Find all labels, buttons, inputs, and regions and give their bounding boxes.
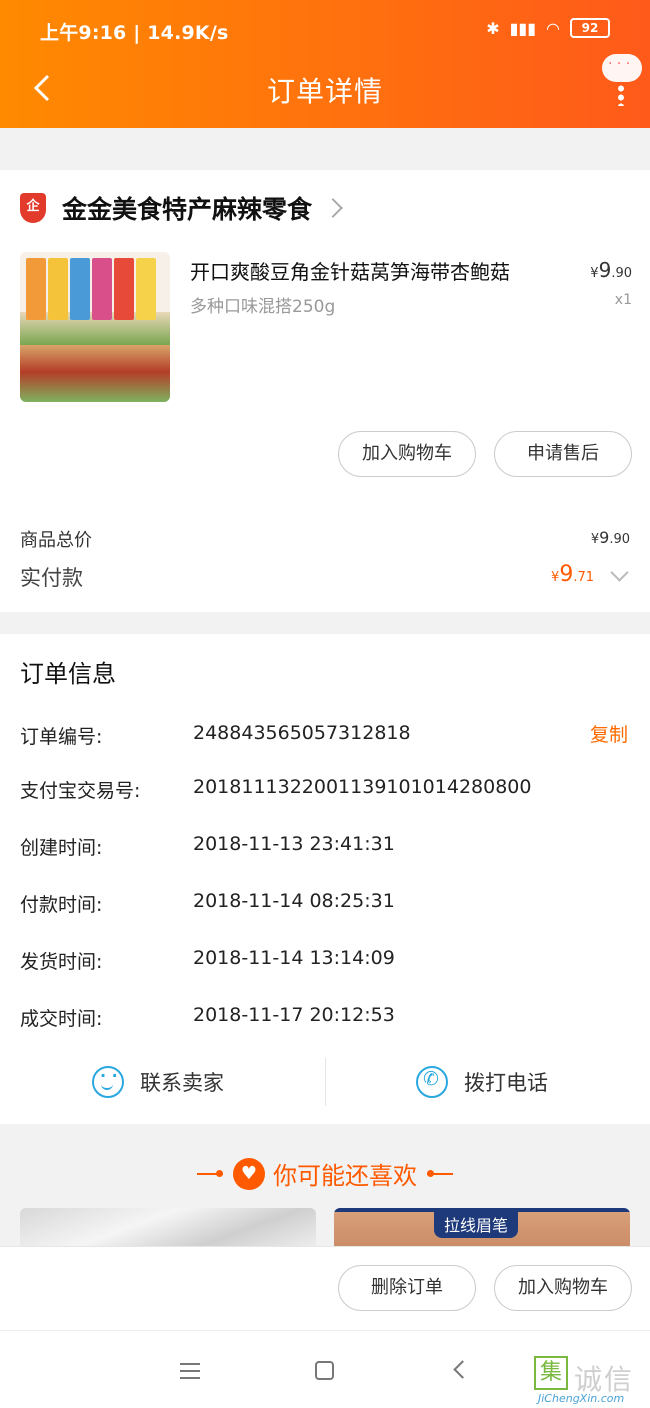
shipped-time-label: 发货时间: [20, 951, 103, 973]
package-image [114, 258, 134, 320]
contact-seller-button[interactable]: 联系卖家 [92, 1066, 224, 1098]
bluetooth-icon: ✱ [486, 18, 500, 38]
contact-seller-label: 联系卖家 [140, 1071, 224, 1095]
recommend-item-image[interactable] [20, 1208, 316, 1248]
alipay-trade-label: 支付宝交易号: [20, 780, 141, 802]
paid-time-value: 2018-11-14 08:25:31 [193, 890, 395, 912]
watermark-badge: 集 [534, 1356, 568, 1390]
enterprise-shop-icon: 企 [20, 193, 46, 223]
watermark-subtext: JiChengXin.com [538, 1392, 625, 1405]
product-thumbnail[interactable] [20, 252, 170, 402]
page-title: 订单详情 [266, 75, 383, 108]
product-price: ¥9.90 [590, 258, 632, 282]
more-dots-icon[interactable] [618, 84, 624, 106]
alipay-trade-value: 2018111322001139101014280800 [193, 776, 532, 798]
created-time-value: 2018-11-13 23:41:31 [193, 833, 395, 855]
battery-icon: 92 [570, 18, 610, 38]
package-image [92, 258, 112, 320]
product-spec: 多种口味混搭250g [190, 297, 336, 317]
completed-time-label: 成交时间: [20, 1008, 103, 1030]
package-image [70, 258, 90, 320]
message-bubble-icon[interactable] [602, 54, 642, 82]
signal-icon: ▮▮▮ [509, 18, 537, 38]
order-item-card: 企 金金美食特产麻辣零食 开口爽酸豆角金针菇莴笋海带杏鲍菇 多种口味混搭250g… [0, 170, 650, 612]
divider [325, 1058, 326, 1106]
order-number-value: 248843565057312818 [193, 722, 411, 744]
shop-name: 金金美食特产麻辣零食 [62, 195, 313, 224]
paid-amount-label: 实付款 [20, 566, 83, 590]
total-price-label: 商品总价 [20, 530, 92, 551]
chevron-right-icon [323, 198, 343, 218]
chevron-down-icon[interactable] [610, 563, 629, 582]
package-image [26, 258, 46, 320]
app-header: 上午9:16 | 14.9K/s ✱ ▮▮▮ ◠ 92 订单详情 [0, 0, 650, 128]
order-info-card: 订单信息 订单编号: 248843565057312818 复制 支付宝交易号:… [0, 634, 650, 1124]
chat-smile-icon [92, 1066, 124, 1098]
more-menu-button[interactable] [602, 54, 642, 106]
copy-button[interactable]: 复制 [590, 720, 628, 747]
wifi-icon: ◠ [546, 18, 560, 38]
heart-icon: ♥ [233, 1157, 265, 1190]
after-sale-button[interactable]: 申请售后 [494, 431, 632, 477]
order-info-title: 订单信息 [20, 660, 116, 688]
paid-amount-value: ¥9.71 [551, 562, 594, 587]
recommend-title-text: 你可能还喜欢 [273, 1162, 417, 1190]
bottom-add-to-cart-button[interactable]: 加入购物车 [494, 1265, 632, 1311]
shop-link[interactable]: 企 金金美食特产麻辣零食 [20, 190, 343, 226]
menu-icon[interactable] [180, 1363, 200, 1379]
product-quantity: x1 [614, 292, 632, 308]
watermark-logo: 集 诚信 JiChengXin.com [534, 1356, 646, 1406]
status-time: 上午9:16 | 14.9K/s [40, 22, 229, 44]
package-image [136, 258, 156, 320]
shipped-time-value: 2018-11-14 13:14:09 [193, 947, 395, 969]
created-time-label: 创建时间: [20, 837, 103, 859]
bottom-action-bar: 删除订单 加入购物车 [0, 1246, 650, 1330]
order-number-label: 订单编号: [20, 726, 103, 748]
call-phone-button[interactable]: 拨打电话 [416, 1066, 548, 1098]
recommend-item-tag: 拉线眉笔 [434, 1210, 519, 1238]
status-icons: ✱ ▮▮▮ ◠ 92 [486, 18, 610, 38]
total-price-value: ¥9.90 [590, 528, 630, 547]
back-icon[interactable] [453, 1360, 472, 1379]
delete-order-button[interactable]: 删除订单 [338, 1265, 476, 1311]
phone-icon [416, 1066, 448, 1098]
home-icon[interactable] [315, 1361, 334, 1380]
decor-line [427, 1169, 453, 1177]
decor-line [197, 1169, 223, 1177]
add-to-cart-button[interactable]: 加入购物车 [338, 431, 476, 477]
recommendations-section: ♥ 你可能还喜欢 拉线眉笔 [0, 1124, 650, 1248]
product-name[interactable]: 开口爽酸豆角金针菇莴笋海带杏鲍菇 [190, 256, 510, 285]
recommend-title: ♥ 你可能还喜欢 [0, 1156, 650, 1191]
paid-time-label: 付款时间: [20, 894, 103, 916]
package-image [48, 258, 68, 320]
completed-time-value: 2018-11-17 20:12:53 [193, 1004, 395, 1026]
call-phone-label: 拨打电话 [464, 1071, 548, 1095]
